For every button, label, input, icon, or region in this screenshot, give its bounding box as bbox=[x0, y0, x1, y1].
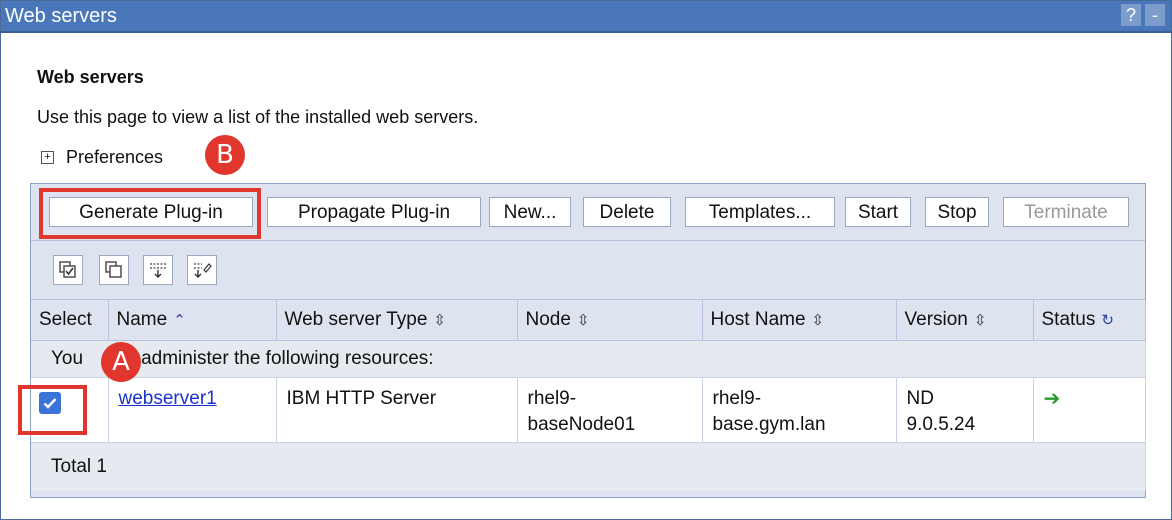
callout-highlight-generate-plugin bbox=[39, 188, 261, 239]
title-bar: Web servers ? - bbox=[1, 1, 1171, 33]
terminate-button: Terminate bbox=[1003, 197, 1129, 227]
page-heading: Web servers bbox=[37, 67, 144, 87]
sort-icon[interactable]: ⇳ bbox=[812, 312, 825, 329]
node-header-label[interactable]: Node bbox=[526, 309, 571, 330]
status-header-label: Status bbox=[1041, 309, 1096, 330]
node-cell: rhel9- baseNode01 bbox=[517, 377, 703, 443]
sort-icon[interactable]: ⇳ bbox=[577, 312, 590, 329]
minimize-button[interactable]: - bbox=[1145, 4, 1165, 26]
sort-icon[interactable]: ⇳ bbox=[433, 312, 446, 329]
host-column-header[interactable]: Host Name ⇳ bbox=[702, 300, 897, 341]
table-icon-toolbar bbox=[31, 241, 1145, 300]
type-column-header[interactable]: Web server Type ⇳ bbox=[276, 300, 518, 341]
total-text: Total 1 bbox=[31, 442, 1146, 491]
delete-button[interactable]: Delete bbox=[583, 197, 671, 227]
help-button[interactable]: ? bbox=[1121, 4, 1141, 26]
node-value-line2: baseNode01 bbox=[527, 414, 636, 435]
table-notice-row: You administer the following resources: bbox=[31, 340, 1146, 378]
name-header-label[interactable]: Name bbox=[117, 309, 168, 330]
version-header-label[interactable]: Version bbox=[905, 309, 968, 330]
status-column-header: Status ↻ bbox=[1033, 300, 1146, 341]
new-button[interactable]: New... bbox=[489, 197, 571, 227]
callout-badge-a: A bbox=[101, 342, 141, 382]
clear-filter-icon[interactable] bbox=[187, 255, 217, 285]
preferences-toggle[interactable]: + Preferences bbox=[41, 147, 163, 168]
host-value-line1: rhel9- bbox=[712, 388, 762, 409]
refresh-status-icon[interactable]: ↻ bbox=[1101, 312, 1114, 329]
select-all-icon[interactable] bbox=[53, 255, 83, 285]
select-column-header: Select bbox=[31, 300, 109, 341]
node-value-line1: rhel9- bbox=[527, 388, 577, 409]
start-button[interactable]: Start bbox=[845, 197, 911, 227]
table-total-row: Total 1 bbox=[31, 442, 1146, 491]
preferences-label[interactable]: Preferences bbox=[66, 147, 163, 167]
started-arrow-icon: ➔ bbox=[1043, 388, 1061, 410]
node-column-header[interactable]: Node ⇳ bbox=[517, 300, 703, 341]
window-title: Web servers bbox=[5, 5, 117, 27]
web-servers-portlet: Web servers ? - Web servers Use this pag… bbox=[0, 0, 1172, 520]
name-cell: webserver1 bbox=[108, 377, 277, 443]
stop-button[interactable]: Stop bbox=[925, 197, 989, 227]
status-cell: ➔ bbox=[1033, 377, 1146, 443]
show-filter-icon[interactable] bbox=[143, 255, 173, 285]
notice-prefix: You bbox=[51, 348, 84, 369]
page-description: Use this page to view a list of the inst… bbox=[37, 107, 479, 127]
sort-ascending-icon[interactable]: ⌃ bbox=[173, 312, 186, 329]
type-header-label[interactable]: Web server Type bbox=[285, 309, 428, 330]
type-value: IBM HTTP Server bbox=[286, 388, 437, 409]
web-servers-table: Select Name ⌃ Web server Type ⇳ Node ⇳ Host… bbox=[31, 300, 1146, 491]
host-cell: rhel9- base.gym.lan bbox=[702, 377, 897, 443]
type-cell: IBM HTTP Server bbox=[276, 377, 518, 443]
name-column-header[interactable]: Name ⌃ bbox=[108, 300, 277, 341]
callout-highlight-checkbox bbox=[18, 385, 87, 435]
version-column-header[interactable]: Version ⇳ bbox=[896, 300, 1034, 341]
host-value-line2: base.gym.lan bbox=[712, 414, 826, 435]
table-header-row: Select Name ⌃ Web server Type ⇳ Node ⇳ Host… bbox=[31, 300, 1146, 341]
deselect-all-icon[interactable] bbox=[99, 255, 129, 285]
callout-badge-b: B bbox=[205, 135, 245, 175]
notice-text: You administer the following resources: bbox=[31, 340, 1146, 378]
sort-icon[interactable]: ⇳ bbox=[974, 312, 987, 329]
templates-button[interactable]: Templates... bbox=[685, 197, 835, 227]
table-row: webserver1 IBM HTTP Server rhel9- baseNod… bbox=[31, 377, 1146, 443]
notice-suffix: administer the following resources: bbox=[141, 348, 434, 369]
version-value-line2: 9.0.5.24 bbox=[906, 414, 976, 435]
propagate-plugin-button[interactable]: Propagate Plug-in bbox=[267, 197, 481, 227]
select-header-label: Select bbox=[39, 309, 92, 330]
host-header-label[interactable]: Host Name bbox=[711, 309, 806, 330]
expand-icon[interactable]: + bbox=[41, 150, 54, 164]
version-value-line1: ND bbox=[906, 388, 934, 409]
version-cell: ND 9.0.5.24 bbox=[896, 377, 1034, 443]
webserver-link[interactable]: webserver1 bbox=[119, 388, 217, 409]
